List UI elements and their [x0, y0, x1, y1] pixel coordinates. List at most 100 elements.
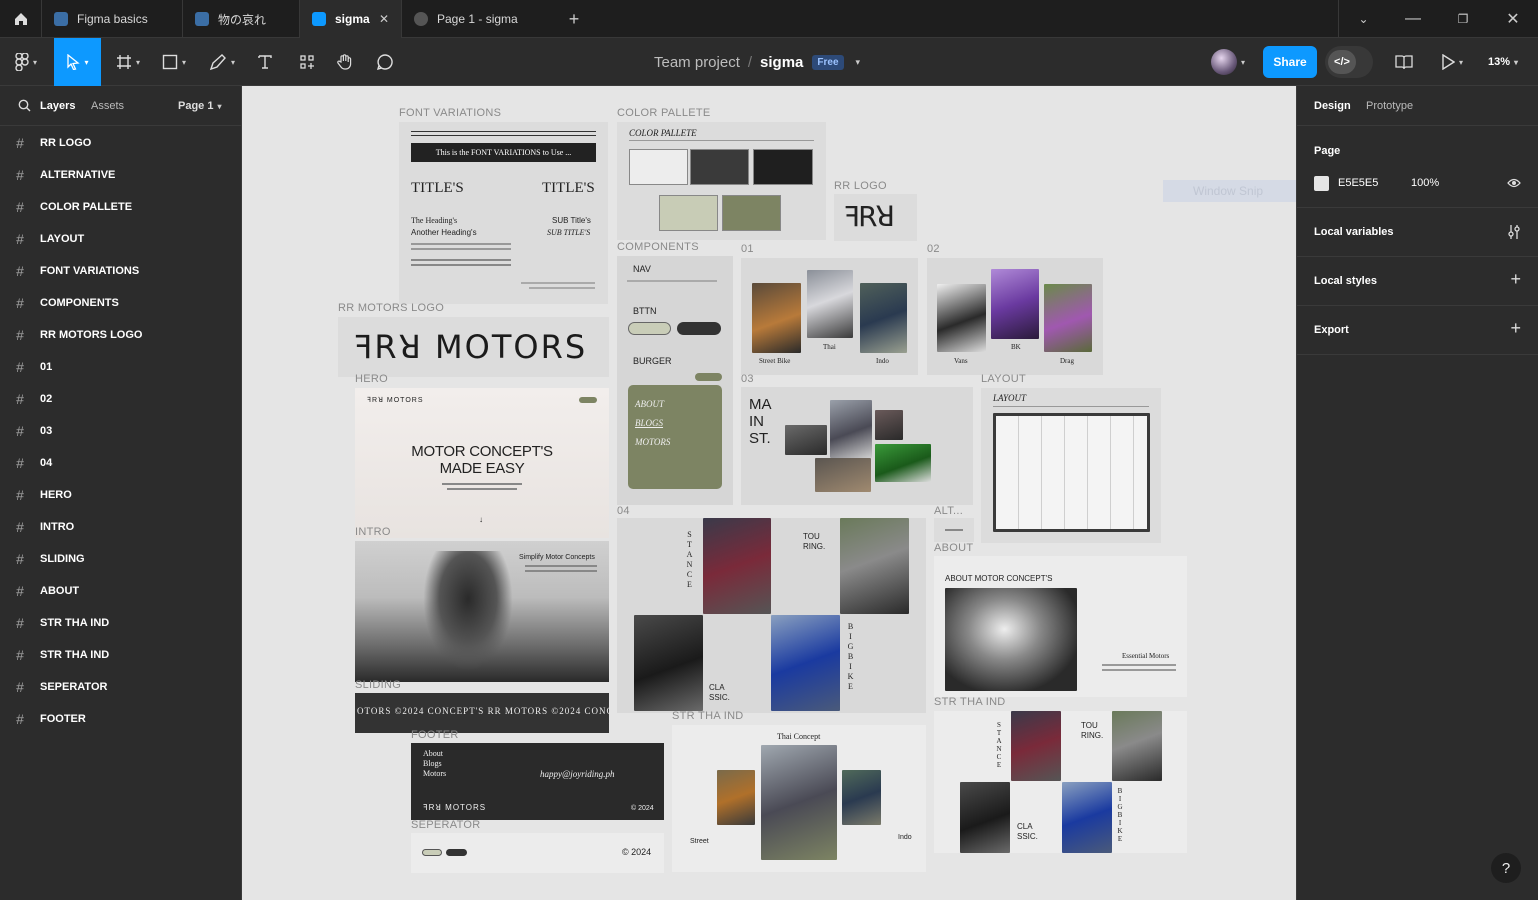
- layer-item[interactable]: # FOOTER: [0, 703, 242, 735]
- layer-item[interactable]: # COMPONENTS: [0, 287, 242, 319]
- layer-item[interactable]: # RR MOTORS LOGO: [0, 319, 242, 351]
- sliders-icon[interactable]: [1507, 224, 1521, 240]
- frame-03[interactable]: MA IN ST.: [741, 387, 973, 505]
- frame-label-rr-logo[interactable]: RR LOGO: [834, 180, 887, 192]
- frame-seperator[interactable]: © 2024: [411, 833, 664, 873]
- frame-label-intro[interactable]: INTRO: [355, 526, 391, 538]
- frame-color-pallete[interactable]: COLOR PALLETE: [617, 122, 826, 240]
- tab-prototype[interactable]: Prototype: [1366, 100, 1413, 112]
- tab-sigma[interactable]: sigma ✕: [300, 0, 402, 38]
- frame-tool-button[interactable]: ▾: [108, 38, 148, 86]
- minimize-button[interactable]: —: [1388, 0, 1438, 38]
- page-opacity-value[interactable]: 100%: [1411, 177, 1439, 189]
- frame-label-about[interactable]: ABOUT: [934, 542, 973, 554]
- local-styles-section[interactable]: Local styles +: [1297, 257, 1538, 306]
- frame-label-01[interactable]: 01: [741, 243, 754, 255]
- tab-figma-basics[interactable]: Figma basics: [42, 0, 183, 38]
- frame-layout[interactable]: LAYOUT: [981, 388, 1161, 543]
- tab-page1-sigma[interactable]: Page 1 - sigma: [402, 0, 554, 38]
- frame-sliding[interactable]: OTORS ©2024 CONCEPT'S RR MOTORS ©2024 CO…: [355, 693, 609, 733]
- frame-label-rr-motors-logo[interactable]: RR MOTORS LOGO: [338, 302, 444, 314]
- layer-item[interactable]: #02: [0, 383, 242, 415]
- add-style-plus-icon[interactable]: +: [1510, 269, 1521, 290]
- resources-tool-button[interactable]: [292, 38, 322, 86]
- eye-icon[interactable]: [1507, 178, 1521, 188]
- layer-item[interactable]: # INTRO: [0, 511, 242, 543]
- frame-about[interactable]: ABOUT MOTOR CONCEPT'S Essential Motors: [934, 556, 1187, 697]
- frame-label-components[interactable]: COMPONENTS: [617, 241, 699, 253]
- frame-footer[interactable]: About Blogs Motors happy@joyriding.ph ꟻR…: [411, 743, 664, 820]
- frame-label-layout[interactable]: LAYOUT: [981, 373, 1026, 385]
- search-icon[interactable]: [18, 99, 31, 112]
- avatar[interactable]: ▾: [1204, 38, 1252, 86]
- add-export-plus-icon[interactable]: +: [1510, 318, 1521, 339]
- frame-str-tha-ind-2[interactable]: STANCE TOU RING. CLA SSIC. BIGBIKE: [934, 711, 1187, 853]
- layer-item[interactable]: #03: [0, 415, 242, 447]
- file-name[interactable]: sigma: [760, 54, 803, 71]
- layer-item[interactable]: # ALTERNATIVE: [0, 159, 242, 191]
- move-tool-button[interactable]: ▾: [54, 38, 101, 86]
- layer-item[interactable]: # STR THA IND: [0, 607, 242, 639]
- share-button[interactable]: Share: [1263, 46, 1317, 78]
- tab-design[interactable]: Design: [1314, 100, 1351, 112]
- library-button[interactable]: [1390, 38, 1418, 86]
- window-close-button[interactable]: ✕: [1488, 0, 1538, 38]
- layer-item[interactable]: # COLOR PALLETE: [0, 191, 242, 223]
- page-color-value[interactable]: E5E5E5: [1338, 177, 1378, 189]
- frame-label-font-variations[interactable]: FONT VARIATIONS: [399, 107, 501, 119]
- layer-item[interactable]: # STR THA IND: [0, 639, 242, 671]
- frame-01[interactable]: Thai Street Bike Indo: [741, 258, 918, 375]
- window-snip-overlay[interactable]: Window Snip: [1163, 180, 1296, 202]
- frame-label-footer[interactable]: FOOTER: [411, 729, 459, 741]
- layer-item[interactable]: # FONT VARIATIONS: [0, 255, 242, 287]
- frame-label-color-pallete[interactable]: COLOR PALLETE: [617, 107, 711, 119]
- close-icon[interactable]: ✕: [379, 12, 389, 26]
- frame-label-alt[interactable]: ALT...: [934, 505, 963, 517]
- tab-mono-no-aware[interactable]: 物の哀れ: [183, 0, 300, 38]
- pen-tool-button[interactable]: ▾: [200, 38, 244, 86]
- present-button[interactable]: ▾: [1432, 38, 1472, 86]
- export-section[interactable]: Export +: [1297, 306, 1538, 355]
- frame-label-hero[interactable]: HERO: [355, 373, 388, 385]
- hand-tool-button[interactable]: [330, 38, 360, 86]
- zoom-control[interactable]: 13% ▾: [1478, 38, 1528, 86]
- page-selector[interactable]: Page 1 ▾: [178, 100, 221, 112]
- frame-str-tha-ind-1[interactable]: Thai Concept Street Indo: [672, 725, 926, 872]
- project-name[interactable]: Team project: [654, 54, 740, 71]
- layer-item[interactable]: # LAYOUT: [0, 223, 242, 255]
- layer-item[interactable]: # HERO: [0, 479, 242, 511]
- layer-item[interactable]: # ABOUT: [0, 575, 242, 607]
- dev-mode-toggle[interactable]: </>: [1325, 46, 1373, 78]
- frame-02[interactable]: BK Vans Drag: [927, 258, 1103, 375]
- tab-layers[interactable]: Layers: [40, 100, 75, 112]
- layer-item[interactable]: # RR LOGO: [0, 127, 242, 159]
- home-button[interactable]: [0, 0, 42, 38]
- frame-label-04[interactable]: 04: [617, 505, 630, 517]
- frame-label-str-tha-ind-1[interactable]: STR THA IND: [672, 710, 744, 722]
- file-menu-chevron-icon[interactable]: ▾: [856, 57, 861, 68]
- frame-label-03[interactable]: 03: [741, 373, 754, 385]
- maximize-button[interactable]: ❐: [1438, 0, 1488, 38]
- layer-item[interactable]: # SLIDING: [0, 543, 242, 575]
- text-tool-button[interactable]: [250, 38, 280, 86]
- frame-components[interactable]: NAV BTTN BURGER ABOUT BLOGS MOTORS: [617, 256, 733, 505]
- canvas[interactable]: FONT VARIATIONS This is the FONT VARIATI…: [242, 86, 1296, 900]
- help-button[interactable]: ?: [1491, 853, 1521, 883]
- tab-overflow-chevron-icon[interactable]: ⌄: [1338, 0, 1388, 38]
- comment-tool-button[interactable]: [370, 38, 400, 86]
- tab-assets[interactable]: Assets: [91, 100, 124, 112]
- shape-tool-button[interactable]: ▾: [154, 38, 194, 86]
- layer-item[interactable]: #01: [0, 351, 242, 383]
- page-color-swatch[interactable]: [1314, 176, 1329, 191]
- frame-hero[interactable]: ꟻRꓤ MOTORS MOTOR CONCEPT'S MADE EASY ↓: [355, 388, 609, 538]
- frame-intro[interactable]: Simplify Motor Concepts: [355, 541, 609, 682]
- frame-label-str-tha-ind-2[interactable]: STR THA IND: [934, 696, 1006, 708]
- layer-item[interactable]: # SEPERATOR: [0, 671, 242, 703]
- frame-label-seperator[interactable]: SEPERATOR: [411, 819, 481, 831]
- frame-alternative[interactable]: [934, 518, 974, 542]
- frame-rr-logo[interactable]: ꟻRꓤ: [834, 194, 917, 241]
- local-variables-section[interactable]: Local variables: [1297, 208, 1538, 257]
- frame-label-sliding[interactable]: SLIDING: [355, 679, 401, 691]
- frame-04[interactable]: STANCE TOU RING. CLA SSIC. BIGBIKE: [617, 518, 926, 713]
- main-menu-button[interactable]: ▾: [6, 38, 46, 86]
